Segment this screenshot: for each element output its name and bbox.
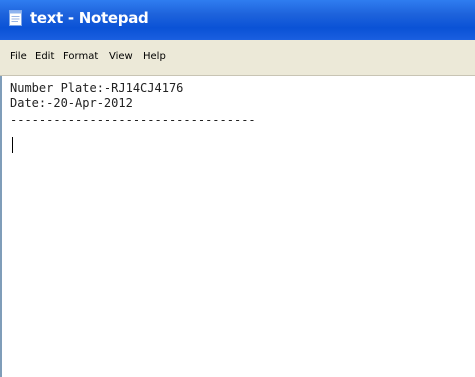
text-line-date: Date:-20-Apr-2012 <box>10 96 133 110</box>
notepad-icon <box>9 10 22 26</box>
menu-help[interactable]: Help <box>143 51 166 62</box>
title-bar[interactable]: text - Notepad <box>0 0 475 40</box>
text-line-separator: ---------------------------------- <box>10 113 256 127</box>
menu-file[interactable]: File <box>10 51 27 62</box>
menu-bar: File Edit Format View Help <box>0 40 475 76</box>
text-editor-area[interactable]: Number Plate:-RJ14CJ4176 Date:-20-Apr-20… <box>0 76 475 377</box>
window-title: text - Notepad <box>30 9 149 27</box>
menu-view[interactable]: View <box>109 51 133 62</box>
menu-edit[interactable]: Edit <box>35 51 54 62</box>
text-caret <box>12 137 13 153</box>
text-line-number-plate: Number Plate:-RJ14CJ4176 <box>10 81 184 95</box>
menu-format[interactable]: Format <box>63 51 98 62</box>
notepad-window: text - Notepad File Edit Format View Hel… <box>0 0 475 377</box>
